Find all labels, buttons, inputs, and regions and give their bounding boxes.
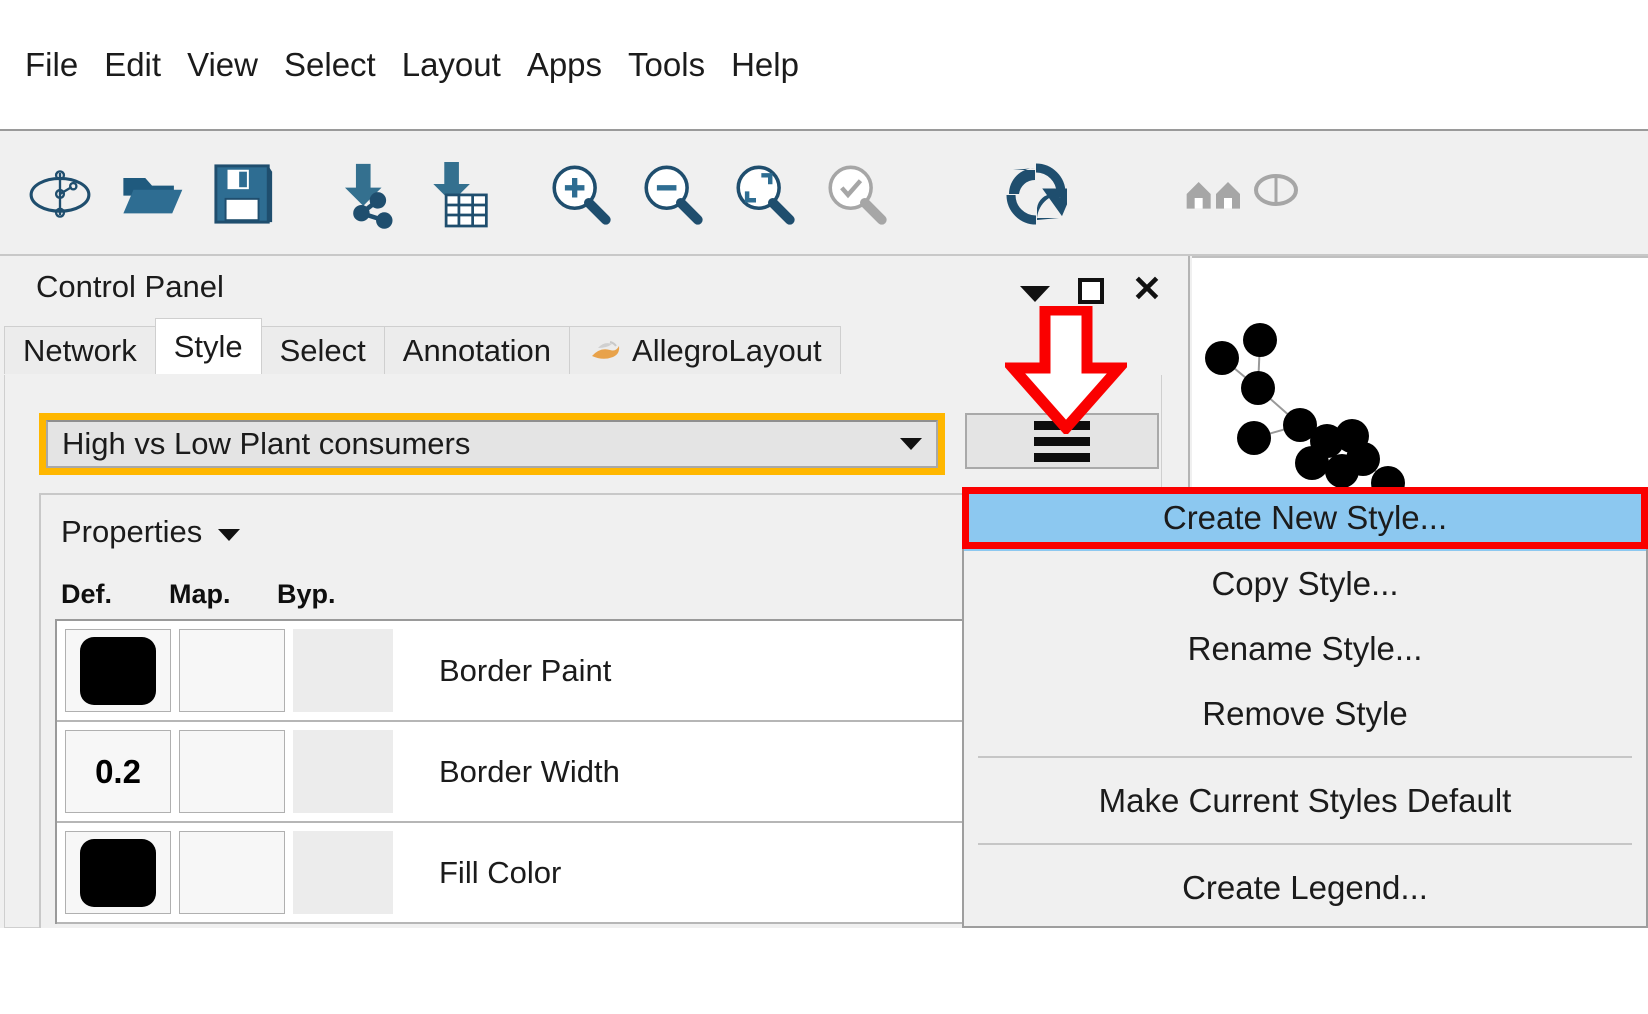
menu-item-help[interactable]: Help: [718, 48, 812, 81]
network-node[interactable]: [1241, 371, 1275, 405]
row-bypass-cell[interactable]: [293, 730, 393, 813]
column-header-map: Map.: [169, 578, 231, 609]
red-highlight-box: Create New Style...: [962, 487, 1648, 549]
tab-style-label: Style: [173, 328, 243, 364]
tab-allegrolayout[interactable]: AllegroLayout: [569, 326, 841, 374]
close-icon[interactable]: ✕: [1132, 271, 1162, 307]
application-window: File Edit View Select Layout Apps Tools …: [0, 0, 1648, 1014]
properties-title: Properties: [61, 514, 203, 549]
row-mapping-cell[interactable]: [179, 730, 285, 813]
show-all-icon: [1248, 156, 1312, 232]
menu-separator: [978, 843, 1632, 845]
menu-item-select[interactable]: Select: [271, 48, 389, 81]
import-network-icon[interactable]: [334, 156, 398, 232]
network-node[interactable]: [1205, 341, 1239, 375]
red-down-arrow: [1000, 304, 1132, 437]
menu-item-create-new-style-label: Create New Style...: [1162, 499, 1448, 536]
row-bypass-cell[interactable]: [293, 831, 393, 914]
refresh-icon[interactable]: [1004, 156, 1068, 232]
style-selector-value: High vs Low Plant consumers: [62, 426, 471, 461]
allegro-bird-icon: [588, 336, 622, 366]
chevron-down-icon[interactable]: [1019, 286, 1050, 302]
chevron-down-icon: [900, 438, 922, 450]
zoom-in-icon[interactable]: [548, 156, 612, 232]
menu-item-view[interactable]: View: [174, 48, 271, 81]
hamburger-icon: [1034, 436, 1090, 446]
fit-selected-icon: [824, 156, 888, 232]
column-header-def: Def.: [61, 578, 113, 609]
network-node[interactable]: [1325, 454, 1359, 488]
fit-to-window-icon[interactable]: [732, 156, 796, 232]
control-panel-window-controls: ✕: [1019, 266, 1162, 307]
chevron-down-icon[interactable]: [218, 529, 241, 541]
style-options-menu: Create New Style... Copy Style... Rename…: [962, 487, 1648, 928]
row-default-cell[interactable]: [65, 629, 171, 712]
row-mapping-cell[interactable]: [179, 629, 285, 712]
tab-allegrolayout-label: AllegroLayout: [632, 332, 822, 368]
bottom-strip: [0, 928, 1648, 1014]
menu-item-rename-style[interactable]: Rename Style...: [964, 616, 1646, 681]
menu-item-copy-style[interactable]: Copy Style...: [964, 551, 1646, 616]
tab-annotation[interactable]: Annotation: [383, 326, 571, 374]
column-header-byp: Byp.: [277, 578, 336, 609]
row-bypass-cell[interactable]: [293, 629, 393, 712]
menu-item-create-legend[interactable]: Create Legend...: [964, 855, 1646, 920]
menu-item-remove-style[interactable]: Remove Style: [964, 681, 1646, 746]
network-node[interactable]: [1237, 421, 1271, 455]
row-property-name: Border Paint: [439, 652, 612, 688]
row-property-name: Border Width: [439, 753, 620, 789]
menu-item-file[interactable]: File: [12, 48, 91, 81]
tab-annotation-label: Annotation: [402, 332, 552, 368]
tab-network[interactable]: Network: [4, 326, 156, 374]
numeric-value: 0.2: [95, 752, 141, 790]
style-selector-combobox[interactable]: High vs Low Plant consumers: [46, 420, 938, 468]
tab-network-label: Network: [23, 332, 137, 368]
row-default-cell[interactable]: [65, 831, 171, 914]
color-swatch[interactable]: [80, 636, 156, 705]
menu-bar: File Edit View Select Layout Apps Tools …: [0, 0, 1648, 131]
new-network-icon[interactable]: [28, 156, 92, 232]
menu-item-layout[interactable]: Layout: [389, 48, 514, 81]
hamburger-icon: [1034, 452, 1090, 462]
zoom-out-icon[interactable]: [640, 156, 704, 232]
menu-item-make-current-styles-default[interactable]: Make Current Styles Default: [964, 768, 1646, 833]
tab-select-label: Select: [279, 332, 366, 368]
hide-unselected-icon: [1184, 156, 1248, 232]
tab-style[interactable]: Style: [154, 318, 262, 374]
maximize-icon[interactable]: [1077, 278, 1104, 304]
control-panel-title: Control Panel: [36, 269, 224, 304]
network-node[interactable]: [1243, 323, 1277, 357]
toolbar: [0, 133, 1648, 256]
style-options-menu-wrapper: Create New Style... Copy Style... Rename…: [962, 487, 1648, 928]
tab-select[interactable]: Select: [260, 326, 385, 374]
row-mapping-cell[interactable]: [179, 831, 285, 914]
menu-item-tools[interactable]: Tools: [615, 48, 718, 81]
color-swatch[interactable]: [80, 838, 156, 907]
menu-item-edit[interactable]: Edit: [91, 48, 174, 81]
network-node[interactable]: [1295, 446, 1329, 480]
menu-separator: [978, 756, 1632, 758]
row-default-cell[interactable]: 0.2: [65, 730, 171, 813]
style-selector-row: High vs Low Plant consumers: [39, 413, 1161, 475]
import-table-icon[interactable]: [426, 156, 490, 232]
menu-item-apps[interactable]: Apps: [514, 48, 615, 81]
save-icon[interactable]: [212, 156, 276, 232]
open-folder-icon[interactable]: [120, 156, 184, 232]
row-property-name: Fill Color: [439, 854, 562, 890]
